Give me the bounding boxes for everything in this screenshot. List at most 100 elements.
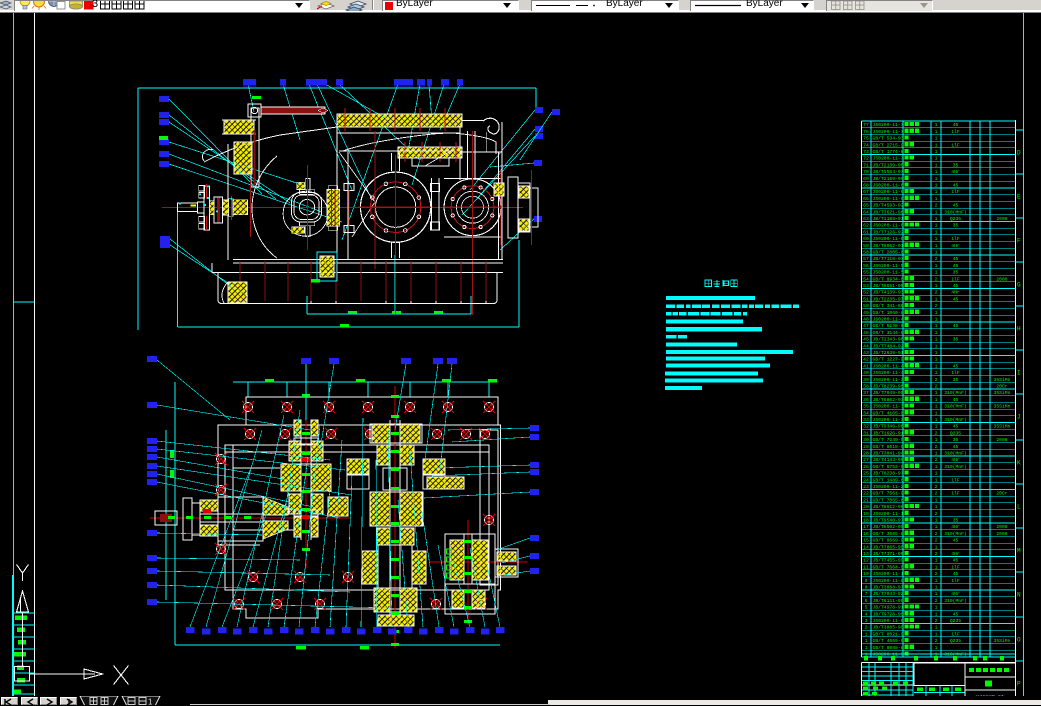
svg-text:GB/T 1060-8: GB/T 1060-8 [873, 310, 904, 316]
svg-text:1lF: 1lF [951, 491, 960, 497]
svg-text:2: 2 [935, 384, 938, 390]
svg-text:JB/T3041-94: JB/T3041-94 [873, 451, 904, 457]
svg-text:JS0200-11-7: JS0200-11-7 [873, 129, 904, 135]
svg-text:39: 39 [863, 377, 869, 383]
svg-text:56: 56 [863, 263, 869, 269]
svg-text:JB/T2343-96: JB/T2343-96 [873, 337, 904, 343]
svg-text:1: 1 [935, 129, 938, 135]
svg-text:1: 1 [935, 451, 938, 457]
svg-text:2: 2 [865, 625, 868, 631]
svg-text:18: 18 [863, 518, 869, 524]
svg-text:JB/T4978-91: JB/T4978-91 [873, 605, 904, 611]
svg-text:GB/T 7561-9: GB/T 7561-9 [873, 491, 904, 497]
svg-text:2: 2 [935, 491, 938, 497]
svg-text:35SiMn: 35SiMn [994, 424, 1011, 430]
svg-text:1: 1 [935, 236, 938, 242]
svg-text:1: 1 [935, 310, 938, 316]
svg-text:72: 72 [863, 156, 869, 162]
svg-text:58: 58 [863, 250, 869, 256]
svg-text:JB/T7484-92: JB/T7484-92 [873, 343, 904, 349]
svg-text:1: 1 [935, 196, 938, 202]
svg-text:1: 1 [935, 397, 938, 403]
svg-text:53: 53 [863, 283, 869, 289]
svg-text:1: 1 [935, 625, 938, 631]
svg-text:2: 2 [935, 538, 938, 544]
svg-text:73: 73 [863, 149, 869, 155]
svg-text:JB/T8651-90: JB/T8651-90 [873, 283, 904, 289]
svg-text:3: 3 [865, 618, 868, 624]
svg-text:2: 2 [935, 444, 938, 450]
svg-text:35: 35 [953, 223, 959, 229]
svg-text:55: 55 [863, 270, 869, 276]
svg-text:8: 8 [865, 585, 868, 591]
svg-text:1: 1 [148, 698, 153, 706]
svg-text:33: 33 [863, 417, 869, 423]
svg-text:GB/T 7664-8: GB/T 7664-8 [873, 564, 904, 570]
svg-text:1lF: 1lF [951, 142, 960, 148]
svg-text:JB/T7126-92: JB/T7126-92 [873, 229, 904, 235]
svg-text:JS0200-11-3: JS0200-11-3 [873, 377, 904, 383]
svg-text:JB/T4143-96: JB/T4143-96 [873, 457, 904, 463]
svg-text:JS0200-11-3: JS0200-11-3 [873, 417, 904, 423]
svg-text:1: 1 [935, 323, 938, 329]
svg-text:GB/T 1774-8: GB/T 1774-8 [873, 149, 904, 155]
svg-text:12: 12 [863, 558, 869, 564]
svg-text:JB/T7049-99: JB/T7049-99 [873, 390, 904, 396]
svg-text:1: 1 [935, 243, 938, 249]
svg-text:GB/T 3144-8: GB/T 3144-8 [873, 330, 904, 336]
svg-text:1: 1 [935, 337, 938, 343]
svg-text:35SiMn: 35SiMn [994, 390, 1011, 396]
svg-text:310(MnF): 310(MnF) [944, 464, 967, 470]
svg-text:K: K [1017, 460, 1021, 467]
svg-text:1: 1 [935, 142, 938, 148]
svg-text:JS0200-11-6: JS0200-11-6 [873, 236, 904, 242]
svg-text:1: 1 [935, 189, 938, 195]
svg-text:71: 71 [863, 162, 869, 168]
svg-text:54: 54 [863, 276, 869, 282]
svg-text:45: 45 [953, 183, 959, 189]
svg-text:1: 1 [935, 471, 938, 477]
svg-text:1: 1 [935, 417, 938, 423]
svg-text:23: 23 [863, 484, 869, 490]
svg-text:22: 22 [863, 491, 869, 497]
svg-text:1: 1 [935, 578, 938, 584]
svg-text:JB/T3885-98: JB/T3885-98 [873, 625, 904, 631]
svg-text:65: 65 [863, 203, 869, 209]
svg-text:35: 35 [953, 162, 959, 168]
svg-text:1: 1 [935, 149, 938, 155]
svg-text:GB/T 5238-8: GB/T 5238-8 [873, 323, 904, 329]
svg-text:1: 1 [935, 464, 938, 470]
svg-text:20: 20 [863, 504, 869, 510]
svg-text:310(MnF): 310(MnF) [944, 417, 967, 423]
svg-text:2: 2 [935, 377, 938, 383]
svg-text:P: P [1017, 681, 1021, 688]
svg-text:1lF: 1lF [951, 564, 960, 570]
svg-text:JB/T6862-93: JB/T6862-93 [873, 397, 904, 403]
svg-text:GB/T 534-93: GB/T 534-93 [873, 136, 904, 142]
svg-text:45: 45 [953, 444, 959, 450]
svg-text:2: 2 [935, 457, 938, 463]
svg-text:41: 41 [863, 363, 869, 369]
svg-text:4Hr: 4Hr [951, 524, 960, 530]
svg-text:1: 1 [935, 122, 938, 128]
svg-text:1: 1 [935, 283, 938, 289]
svg-text:GB/T 9669-9: GB/T 9669-9 [873, 538, 904, 544]
svg-text:25: 25 [863, 471, 869, 477]
svg-text:35: 35 [953, 437, 959, 443]
svg-text:1: 1 [935, 350, 938, 356]
svg-text:JB/T9540-97: JB/T9540-97 [873, 518, 904, 524]
svg-text:JB/T2638-91: JB/T2638-91 [873, 350, 904, 356]
svg-text:JS0200-11-5: JS0200-11-5 [873, 263, 904, 269]
svg-text:N: N [1017, 592, 1021, 599]
svg-text:2: 2 [935, 598, 938, 604]
svg-text:64: 64 [863, 209, 869, 215]
svg-text:4Hr: 4Hr [951, 290, 960, 296]
svg-text:1: 1 [935, 136, 938, 142]
svg-text:66: 66 [863, 196, 869, 202]
svg-text:GB/T 8088-8: GB/T 8088-8 [873, 645, 904, 651]
svg-text:1: 1 [935, 390, 938, 396]
svg-text:7: 7 [865, 591, 868, 597]
svg-text:JS0200-11-4: JS0200-11-4 [873, 317, 904, 323]
svg-text:2: 2 [935, 511, 938, 517]
svg-text:45: 45 [953, 263, 959, 269]
